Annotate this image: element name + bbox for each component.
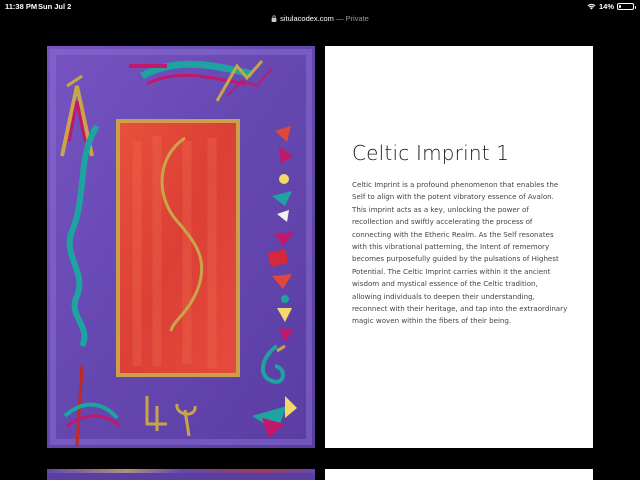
next-artwork-image bbox=[47, 469, 315, 480]
artwork-painting bbox=[47, 46, 315, 448]
status-date: Sun Jul 2 bbox=[38, 2, 72, 11]
status-bar: 11:38 PM Sun Jul 2 14% bbox=[0, 0, 640, 12]
status-right: 14% bbox=[587, 2, 636, 11]
status-time: 11:38 PM bbox=[5, 2, 38, 11]
address-bar[interactable]: situlacodex.com — Private bbox=[0, 12, 640, 25]
article-card: Celtic Imprint 1 Celtic Imprint is a pro… bbox=[325, 46, 593, 448]
artwork-image bbox=[47, 46, 315, 448]
next-article-card bbox=[325, 469, 593, 480]
article-description: Celtic Imprint is a profound phenomenon … bbox=[352, 180, 568, 326]
battery-percentage: 14% bbox=[598, 2, 614, 11]
lock-icon bbox=[271, 15, 277, 22]
article-title: Celtic Imprint 1 bbox=[352, 141, 510, 165]
battery-icon bbox=[617, 3, 636, 10]
url-domain: situlacodex.com bbox=[280, 14, 334, 23]
url-suffix: — Private bbox=[335, 14, 369, 23]
wifi-icon bbox=[587, 3, 596, 10]
